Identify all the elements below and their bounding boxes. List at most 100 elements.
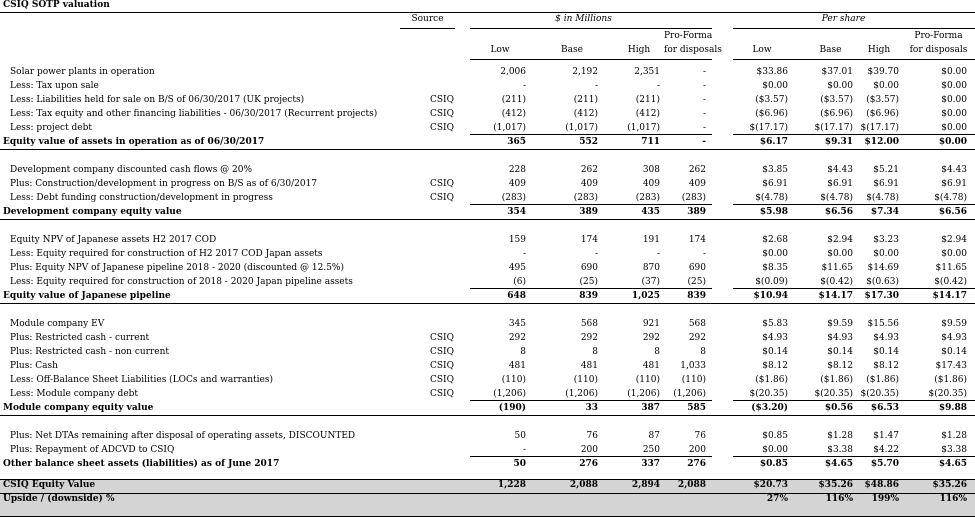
pershare-cell: $8.12 <box>827 361 853 371</box>
row-label: Plus: Cash <box>10 361 58 371</box>
value-cell: (1,206) <box>493 389 526 399</box>
pershare-cell: $20.73 <box>753 480 788 490</box>
value-cell: 174 <box>580 235 598 245</box>
pershare-cell: $12.00 <box>864 137 899 147</box>
row-source: CSIQ <box>430 347 454 357</box>
value-cell: 585 <box>687 403 706 413</box>
value-cell: 435 <box>641 207 660 217</box>
pershare-cell: $3.38 <box>941 445 967 455</box>
value-cell: - <box>702 249 706 259</box>
value-cell: 2,894 <box>631 480 660 490</box>
subtotal-line-millions <box>470 288 712 289</box>
pershare-cell: $10.94 <box>753 291 788 301</box>
value-cell: (412) <box>573 109 598 119</box>
value-cell: 276 <box>579 459 598 469</box>
value-cell: 481 <box>580 361 598 371</box>
pershare-cell: $8.35 <box>762 263 788 273</box>
value-cell: 191 <box>642 235 660 245</box>
pershare-cell: ($1.86) <box>820 375 853 385</box>
row-source: CSIQ <box>430 389 454 399</box>
pershare-cell: ($3.57) <box>866 95 899 105</box>
millions-header: $ in Millions <box>555 14 612 24</box>
value-cell: 2,088 <box>569 480 598 490</box>
row-source: CSIQ <box>430 179 454 189</box>
table-row: Plus: Cash CSIQ 481 481 481 1,033 $8.12 $8.12 $8… <box>0 359 975 373</box>
value-cell: 552 <box>579 137 598 147</box>
table-row: CSIQ Equity Value 1,228 2,088 2,894 2,088 $20… <box>0 478 975 492</box>
value-cell: 337 <box>641 459 660 469</box>
pf-line2-p: for disposals <box>909 45 968 55</box>
row-label: Equity value of assets in operation as o… <box>3 137 265 147</box>
row-label: Upside / (downside) % <box>3 494 115 504</box>
value-cell: - <box>702 109 706 119</box>
pershare-cell: $(4.78) <box>866 193 899 203</box>
value-cell: - <box>522 81 526 91</box>
pershare-cell: 27% <box>766 494 788 504</box>
value-cell: 1,228 <box>497 480 526 490</box>
value-cell: - <box>702 67 706 77</box>
row-label: Plus: Repayment of ADCVD to CSIQ <box>10 445 175 455</box>
pershare-cell: $8.12 <box>762 361 788 371</box>
pershare-cell: $0.14 <box>873 347 899 357</box>
row-label: Solar power plants in operation <box>10 67 155 77</box>
value-cell: 409 <box>688 179 706 189</box>
value-cell: 495 <box>508 263 526 273</box>
value-cell: 76 <box>586 431 598 441</box>
row-label: Less: Tax equity and other financing lia… <box>10 109 378 119</box>
table-row: Module company equity value (190) 33 387 585… <box>0 401 975 415</box>
table-row: Less: Liabilities held for sale on B/S o… <box>0 93 975 107</box>
value-cell: 8 <box>592 347 598 357</box>
row-label: Module company EV <box>10 319 105 329</box>
pershare-cell: $(20.35) <box>860 389 899 399</box>
pershare-cell: $1.28 <box>827 431 853 441</box>
pershare-cell: $0.14 <box>762 347 788 357</box>
value-cell: (190) <box>498 403 526 413</box>
row-label: Equity value of Japanese pipeline <box>3 291 171 301</box>
value-cell: 250 <box>642 445 660 455</box>
value-cell: 2,088 <box>677 480 706 490</box>
value-cell: 308 <box>642 165 660 175</box>
table-row: Less: Debt funding construction/developm… <box>0 191 975 205</box>
value-cell: 481 <box>508 361 526 371</box>
row-label: Plus: Net DTAs remaining after disposal … <box>10 431 356 441</box>
pf-line2-v: for disposals <box>664 45 722 55</box>
subtotal-line-millions <box>470 204 712 205</box>
row-label: Equity NPV of Japanese assets H2 2017 CO… <box>10 235 217 245</box>
row-source: CSIQ <box>430 123 454 133</box>
title-underline <box>0 12 975 13</box>
source-header: Source <box>411 14 444 24</box>
col-base-pershare: Base <box>819 45 842 55</box>
value-cell: 409 <box>508 179 526 189</box>
table-row: Less: Tax upon sale - - - - $0.00 $0.00 $0.00 $0… <box>0 79 975 93</box>
pershare-cell: $3.38 <box>827 445 853 455</box>
value-cell: 711 <box>641 137 660 147</box>
pershare-underline <box>733 28 975 29</box>
pershare-cell: $33.86 <box>756 67 789 77</box>
value-cell: - <box>702 137 706 147</box>
value-cell: 409 <box>580 179 598 189</box>
section-divider <box>0 219 975 220</box>
pershare-cell: ($1.86) <box>934 375 967 385</box>
pershare-cell: $4.93 <box>762 333 788 343</box>
pershare-cell: $0.00 <box>762 81 788 91</box>
pershare-cell: $0.00 <box>762 445 788 455</box>
pershare-cell: $4.43 <box>827 165 853 175</box>
value-cell: - <box>702 123 706 133</box>
value-cell <box>664 492 706 506</box>
pershare-cell: $6.53 <box>870 403 899 413</box>
row-label: Less: Liabilities held for sale on B/S o… <box>10 95 305 105</box>
value-cell: 292 <box>580 333 598 343</box>
value-cell: 50 <box>513 459 526 469</box>
pershare-cell: $2.68 <box>762 235 788 245</box>
pershare-cell: $11.65 <box>821 263 854 273</box>
value-cell: 365 <box>507 137 526 147</box>
value-cell: 870 <box>642 263 660 273</box>
subtotal-line-millions <box>470 134 712 135</box>
source-underline <box>400 28 455 29</box>
table-row: Plus: Net DTAs remaining after disposal … <box>0 429 975 443</box>
millions-underline <box>470 28 712 29</box>
pershare-cell: $0.14 <box>827 347 853 357</box>
pershare-cell: $39.70 <box>867 67 900 77</box>
pershare-cell: $(0.09) <box>755 277 788 287</box>
pershare-cell: $35.26 <box>818 480 853 490</box>
